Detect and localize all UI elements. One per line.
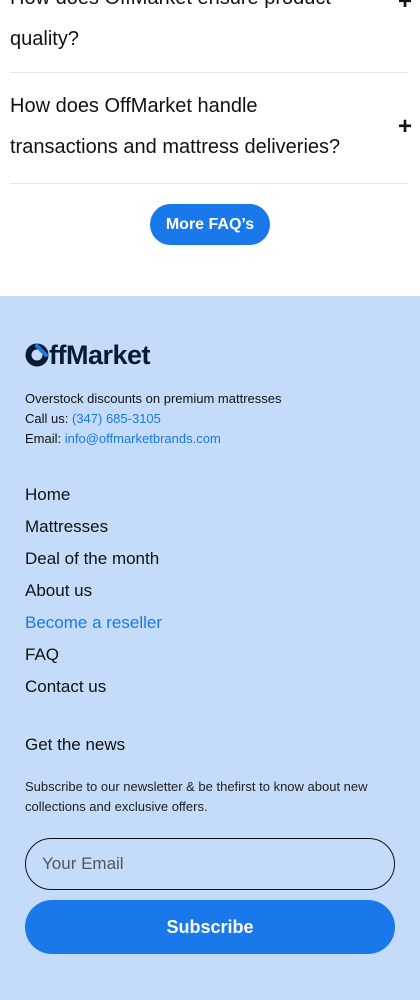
footer-phone: Call us: (347) 685-3105 (25, 409, 161, 429)
footer-nav-become-a-reseller[interactable]: Become a reseller (25, 611, 162, 635)
more-faqs-button[interactable]: More FAQ’s (150, 204, 270, 245)
footer-nav-faq[interactable]: FAQ (25, 643, 59, 667)
newsletter-title: Get the news (25, 735, 126, 754)
faq-section: How does OffMarket ensure product qualit… (0, 0, 420, 296)
footer-nav-about-us[interactable]: About us (25, 579, 92, 603)
offmarket-o-logo-icon (25, 343, 49, 367)
plus-icon[interactable]: + (398, 115, 412, 139)
plus-icon[interactable]: + (398, 0, 412, 14)
footer-nav-mattresses[interactable]: Mattresses (25, 515, 108, 539)
footer-nav-home[interactable]: Home (25, 483, 70, 507)
email-link[interactable]: info@offmarketbrands.com (65, 431, 221, 446)
phone-link[interactable]: (347) 685-3105 (72, 411, 161, 426)
faq-question: How does OffMarket handle transactions a… (10, 95, 341, 158)
faq-question: How does OffMarket ensure product qualit… (10, 0, 331, 50)
phone-label: Call us: (25, 411, 69, 426)
newsletter-description: Subscribe to our newsletter & be thefirs… (25, 779, 368, 814)
footer: ffMarket Overstock discounts on premium … (0, 296, 420, 1000)
offmarket-logo[interactable]: ffMarket (25, 340, 151, 370)
email-label: Email: (25, 431, 62, 446)
faq-item[interactable]: How does OffMarket handle transactions a… (10, 72, 412, 184)
footer-tagline: Overstock discounts on premium mattresse… (25, 391, 282, 406)
faq-item[interactable]: How does OffMarket ensure product qualit… (10, 0, 412, 73)
footer-nav-deal-of-the-month[interactable]: Deal of the month (25, 547, 159, 571)
footer-email: Email: info@offmarketbrands.com (25, 429, 221, 449)
footer-nav-contact-us[interactable]: Contact us (25, 675, 106, 699)
subscribe-button[interactable]: Subscribe (25, 900, 395, 954)
email-input[interactable] (25, 838, 395, 890)
logo-text: ffMarket (49, 340, 151, 370)
